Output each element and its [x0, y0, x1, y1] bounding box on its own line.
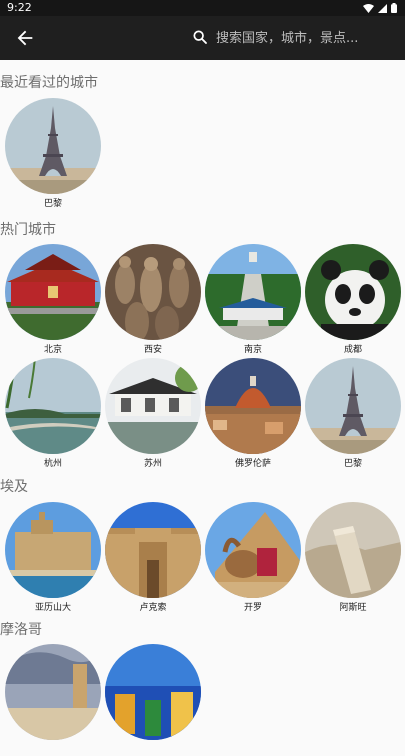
city-image-xian — [105, 244, 201, 340]
city-card-luxor[interactable]: 卢克索 — [105, 502, 201, 614]
status-bar: 9:22 — [0, 0, 405, 16]
city-image-aswan — [305, 502, 401, 598]
city-card-paris[interactable]: 巴黎 — [305, 358, 401, 470]
city-card-nanjing[interactable]: 南京 — [205, 244, 301, 356]
app-bar — [0, 16, 405, 60]
city-image-hangzhou — [5, 358, 101, 454]
search-icon[interactable] — [192, 29, 208, 45]
city-card-cairo[interactable]: 开罗 — [205, 502, 301, 614]
city-label: 北京 — [43, 345, 62, 355]
city-label: 巴黎 — [343, 459, 362, 469]
search-input[interactable] — [216, 27, 394, 49]
city-image-paris — [5, 98, 101, 194]
city-label: 开罗 — [243, 603, 262, 613]
city-label: 成都 — [343, 345, 362, 355]
city-card-morocco-2[interactable] — [105, 644, 201, 756]
city-image-chengdu — [305, 244, 401, 340]
city-label: 杭州 — [43, 459, 62, 469]
city-card-beijing[interactable]: 北京 — [5, 244, 101, 356]
section-title-recent: 最近看过的城市 — [0, 75, 98, 91]
city-card-aswan[interactable]: 阿斯旺 — [305, 502, 401, 614]
city-image-florence — [205, 358, 301, 454]
back-arrow-icon[interactable] — [14, 27, 36, 49]
city-image-morocco-1 — [5, 644, 101, 740]
city-card-alexandria[interactable]: 亚历山大 — [5, 502, 101, 614]
city-label: 卢克索 — [139, 603, 167, 613]
city-image-cairo — [205, 502, 301, 598]
section-title-morocco: 摩洛哥 — [0, 622, 42, 638]
status-icons — [363, 3, 397, 13]
city-card-paris-recent[interactable]: 巴黎 — [5, 98, 101, 210]
section-title-egypt: 埃及 — [0, 479, 28, 495]
city-image-suzhou — [105, 358, 201, 454]
city-label: 西安 — [143, 345, 162, 355]
city-label: 阿斯旺 — [339, 603, 367, 613]
city-image-luxor — [105, 502, 201, 598]
city-image-paris — [305, 358, 401, 454]
city-card-hangzhou[interactable]: 杭州 — [5, 358, 101, 470]
city-card-florence[interactable]: 佛罗伦萨 — [205, 358, 301, 470]
signal-icon — [378, 3, 387, 13]
battery-icon — [391, 3, 397, 13]
city-image-alexandria — [5, 502, 101, 598]
city-card-morocco-1[interactable] — [5, 644, 101, 756]
city-label: 苏州 — [143, 459, 162, 469]
section-title-hot: 热门城市 — [0, 222, 56, 238]
wifi-icon — [363, 3, 374, 13]
city-label: 南京 — [243, 345, 262, 355]
city-image-nanjing — [205, 244, 301, 340]
city-card-chengdu[interactable]: 成都 — [305, 244, 401, 356]
city-card-xian[interactable]: 西安 — [105, 244, 201, 356]
city-image-morocco-2 — [105, 644, 201, 740]
city-label: 亚历山大 — [34, 603, 71, 613]
city-card-suzhou[interactable]: 苏州 — [105, 358, 201, 470]
city-label: 巴黎 — [43, 199, 62, 209]
status-time: 9:22 — [7, 1, 32, 14]
city-label: 佛罗伦萨 — [234, 459, 271, 469]
city-image-beijing — [5, 244, 101, 340]
